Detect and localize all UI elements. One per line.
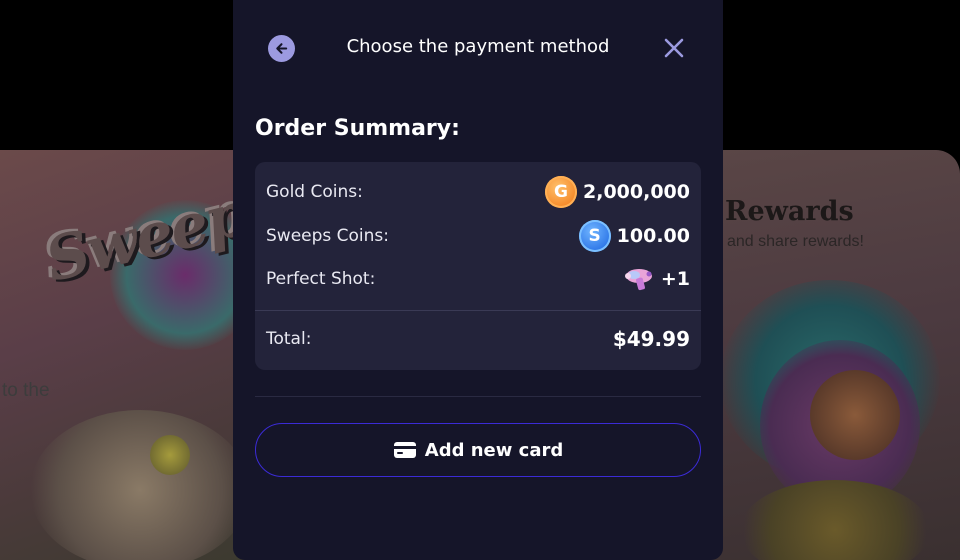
close-button[interactable]: [663, 37, 685, 59]
sweeps-coins-amount: 100.00: [616, 225, 690, 247]
modal-title: Choose the payment method: [346, 36, 610, 57]
promo-art: [30, 410, 250, 560]
row-value: G 2,000,000: [545, 176, 690, 208]
close-icon: [664, 38, 684, 58]
modal-header: Choose the payment method: [233, 0, 723, 96]
payment-method-modal: Choose the payment method Order Summary:…: [233, 0, 723, 560]
credit-card-icon: [393, 442, 416, 458]
order-summary-box: Gold Coins: G 2,000,000 Sweeps Coins: S …: [255, 162, 701, 370]
total-label: Total:: [266, 329, 312, 349]
promo-art: [150, 435, 190, 475]
row-value: S 100.00: [578, 220, 690, 252]
summary-divider: [255, 310, 701, 311]
gold-coins-amount: 2,000,000: [583, 181, 690, 203]
summary-row-sweeps-coins: Sweeps Coins: S 100.00: [266, 219, 690, 253]
summary-row-perfect-shot: Perfect Shot: +1: [266, 262, 690, 296]
rewards-subtitle: and share rewards!: [727, 233, 864, 250]
row-label: Gold Coins:: [266, 182, 363, 202]
perfect-shot-gun-icon: [624, 269, 652, 291]
sweeps-coin-icon: S: [578, 220, 611, 252]
total-amount: $49.99: [612, 327, 690, 351]
summary-row-total: Total: $49.99: [266, 322, 690, 356]
rewards-title: Rewards: [725, 196, 854, 227]
perfect-shot-amount: +1: [660, 268, 690, 290]
promo-art: [810, 370, 900, 460]
add-new-card-label: Add new card: [424, 439, 564, 461]
order-summary-heading: Order Summary:: [255, 116, 460, 141]
row-label: Perfect Shot:: [266, 269, 376, 289]
promo-art: [740, 480, 930, 560]
section-divider: [255, 396, 701, 397]
summary-row-gold-coins: Gold Coins: G 2,000,000: [266, 175, 690, 209]
row-label: Sweeps Coins:: [266, 226, 390, 246]
gold-coin-icon: G: [545, 176, 578, 208]
row-value: +1: [623, 263, 690, 295]
add-new-card-button[interactable]: Add new card: [255, 423, 701, 477]
promo-left-text: to the: [2, 380, 50, 401]
